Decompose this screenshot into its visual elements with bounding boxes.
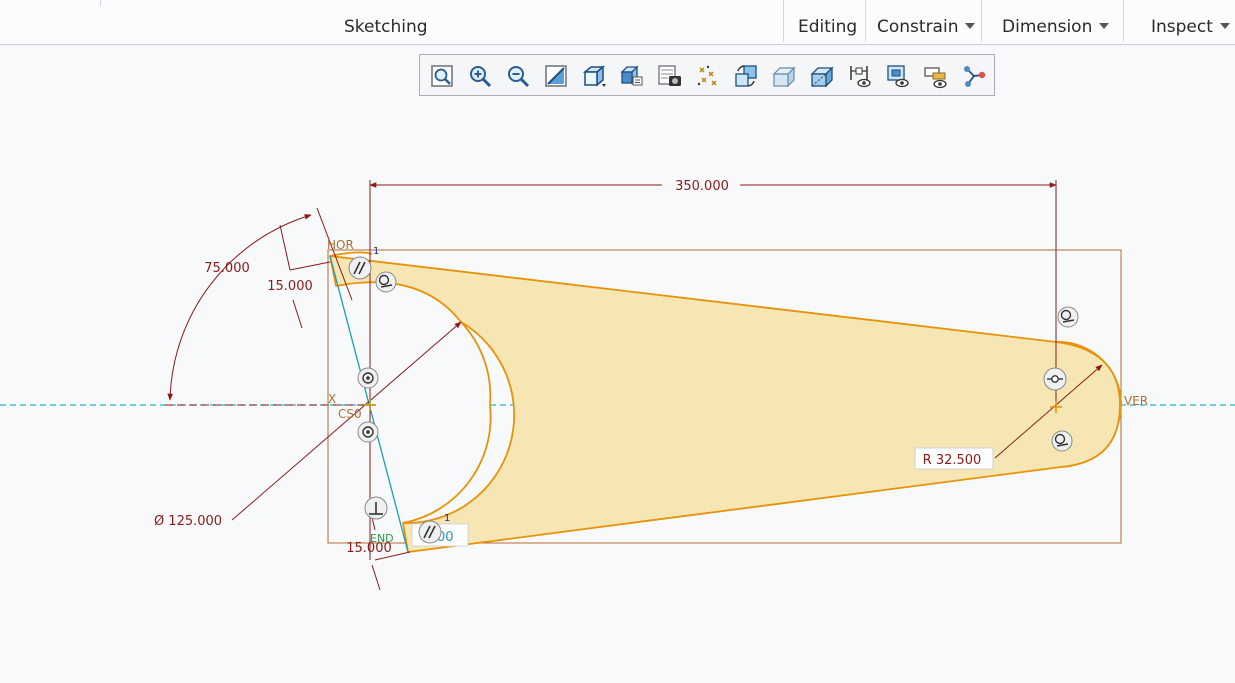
- perpendicular-constraint-icon[interactable]: [364, 496, 388, 520]
- ref-label-end: END: [370, 532, 394, 545]
- chevron-down-icon: [965, 23, 976, 29]
- ribbon-separator: [100, 0, 101, 6]
- tangent-constraint-icon[interactable]: [1057, 306, 1079, 328]
- chevron-down-icon: [1099, 23, 1110, 29]
- dim-angle[interactable]: 75.000: [204, 261, 250, 276]
- ribbon: Sketching Editing Constrain Dimension In…: [0, 0, 1235, 45]
- tab-inspect-label: Inspect: [1151, 17, 1213, 37]
- dim-length[interactable]: 350.000: [675, 179, 729, 194]
- dim-line-width-bottom-2: [371, 564, 381, 591]
- ref-label-cs0: CS0: [338, 407, 362, 421]
- ribbon-group-sketching: Sketching: [344, 17, 428, 37]
- ref-label-ver: VER: [1124, 394, 1148, 408]
- constraint-index-top: 1: [373, 246, 379, 257]
- constraint-index-bottom: 1: [444, 513, 450, 524]
- ribbon-separator: [783, 0, 784, 42]
- coincident-constraint-icon[interactable]: [357, 421, 379, 443]
- tab-editing[interactable]: Editing: [798, 17, 857, 37]
- ribbon-separator: [981, 0, 982, 42]
- dim-line-width-top-2: [292, 299, 303, 329]
- dim-angle-arc: [167, 214, 312, 401]
- ref-label-x: X: [328, 392, 336, 406]
- dim-line-width-top: [279, 224, 291, 271]
- ref-label-hor: HOR: [327, 238, 354, 252]
- tab-constrain[interactable]: Constrain: [877, 17, 976, 37]
- dim-width-top[interactable]: 15.000: [267, 279, 313, 294]
- dim-diameter[interactable]: Ø 125.000: [154, 514, 222, 529]
- tab-dimension-label: Dimension: [1002, 17, 1093, 37]
- parallel-constraint-icon[interactable]: [348, 256, 372, 280]
- sketch-canvas[interactable]: 350.000 75.000 15.000 Ø 125.000 R 32.500…: [0, 45, 1235, 683]
- coincident-constraint-icon[interactable]: [357, 367, 379, 389]
- ribbon-separator: [865, 0, 866, 42]
- parallel-constraint-icon[interactable]: [418, 520, 442, 544]
- tab-inspect[interactable]: Inspect: [1151, 17, 1230, 37]
- dim-leader-width-top: [289, 261, 331, 271]
- top-cap-arc[interactable]: [329, 251, 373, 257]
- tab-dimension[interactable]: Dimension: [1002, 17, 1110, 37]
- point-on-entity-constraint-icon[interactable]: [1043, 367, 1067, 391]
- tab-constrain-label: Constrain: [877, 17, 959, 37]
- tangent-constraint-icon[interactable]: [375, 271, 397, 293]
- ribbon-separator: [1123, 0, 1124, 42]
- tangent-constraint-icon[interactable]: [1051, 430, 1073, 452]
- chevron-down-icon: [1219, 23, 1230, 29]
- dim-radius[interactable]: R 32.500: [923, 453, 982, 468]
